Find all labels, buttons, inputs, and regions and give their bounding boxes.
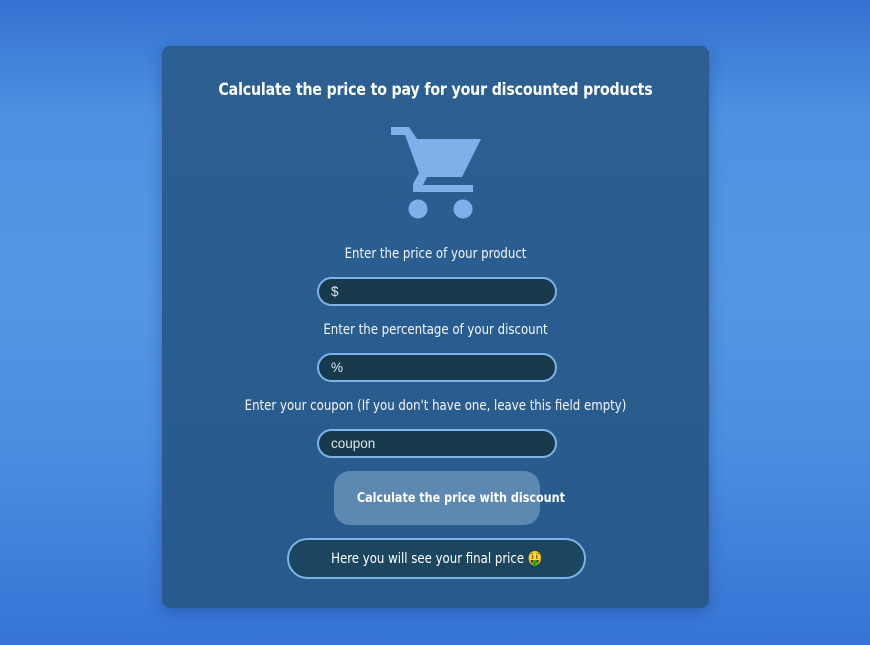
- discount-label: Enter the percentage of your discount: [323, 322, 548, 338]
- price-label: Enter the price of your product: [344, 246, 527, 262]
- result-display: Here you will see your final price 🤑: [287, 538, 586, 579]
- coupon-input[interactable]: [317, 429, 557, 458]
- coupon-label: Enter your coupon (If you don't have one…: [244, 398, 627, 414]
- calculator-card: Calculate the price to pay for your disc…: [162, 46, 709, 608]
- card-title: Calculate the price to pay for your disc…: [218, 80, 653, 99]
- shopping-cart-icon: [391, 127, 481, 219]
- discount-input[interactable]: [317, 353, 557, 382]
- calculate-button[interactable]: Calculate the price with discount: [334, 471, 565, 525]
- calculate-button-label: Calculate the price with discount: [356, 490, 565, 506]
- money-face-emoji: 🤑: [527, 550, 543, 567]
- price-input[interactable]: [317, 277, 557, 306]
- result-text: Here you will see your final price 🤑: [330, 550, 543, 567]
